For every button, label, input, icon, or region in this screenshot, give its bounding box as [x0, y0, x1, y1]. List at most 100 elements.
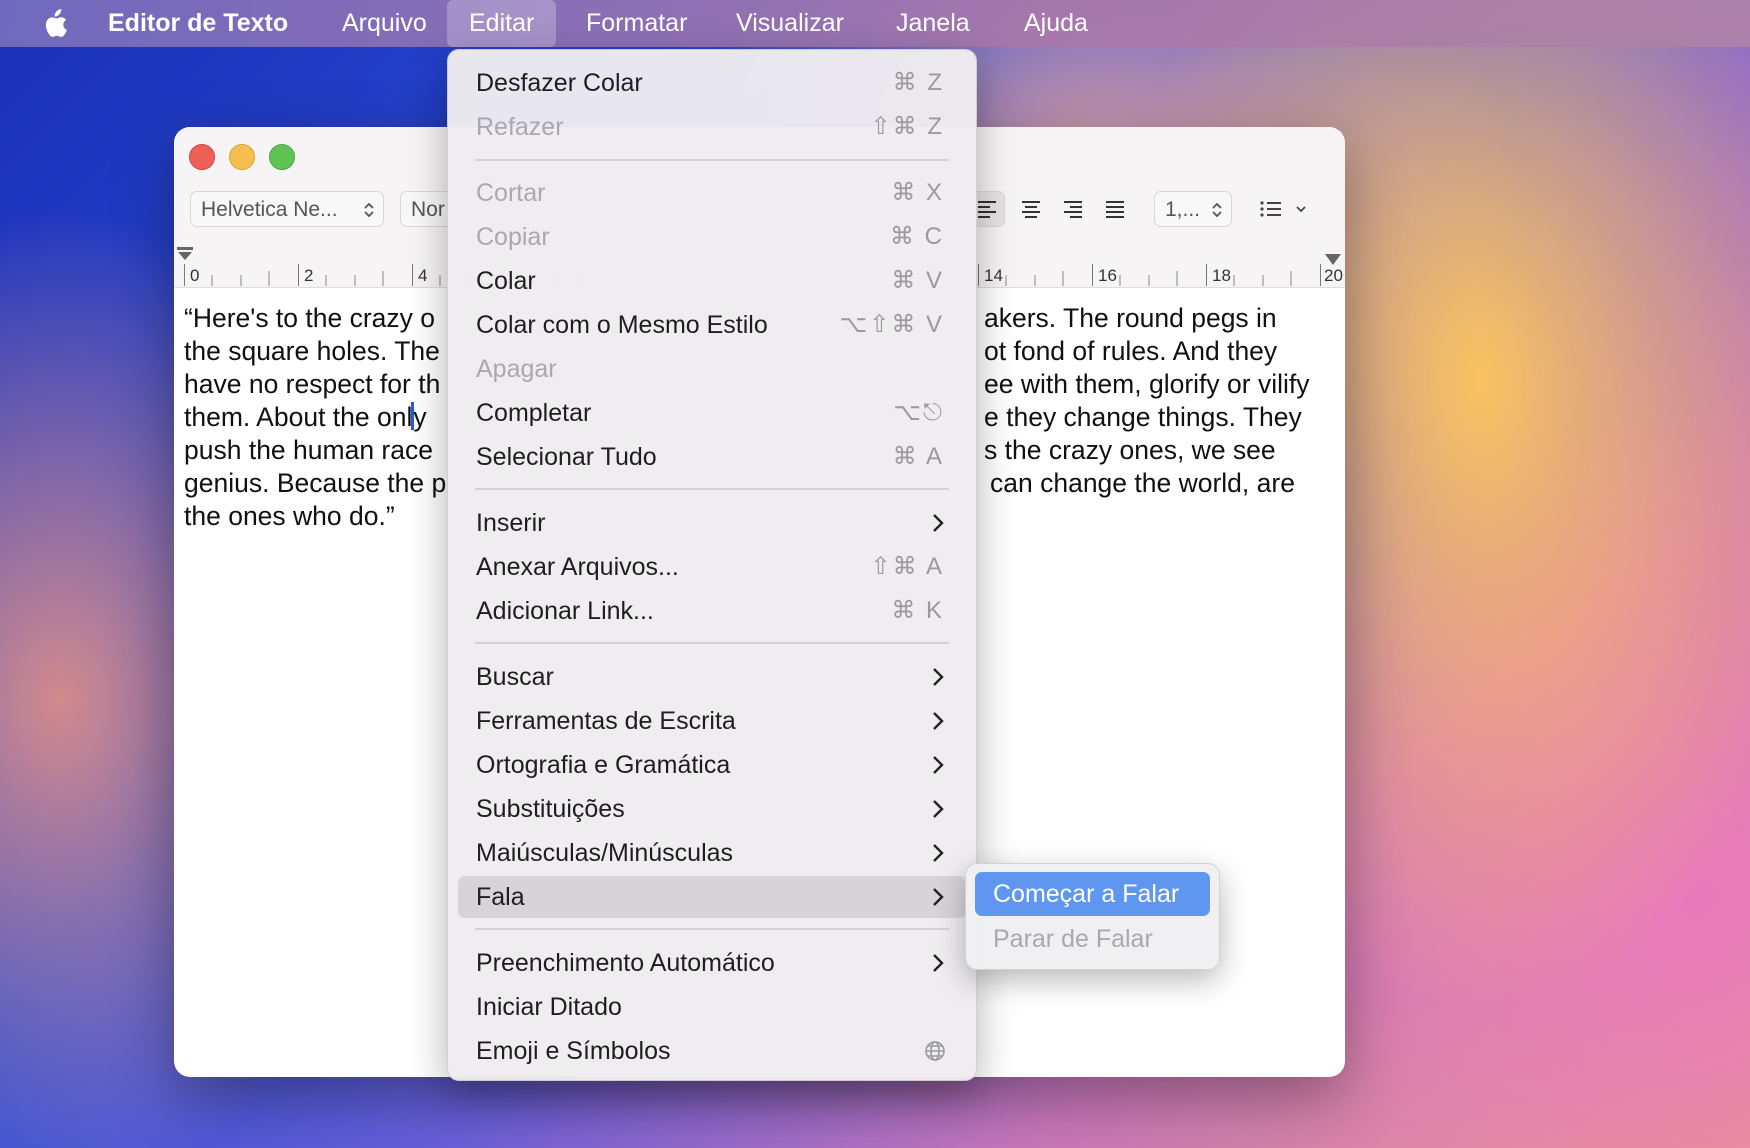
menu-visualizar[interactable]: Visualizar	[714, 0, 866, 47]
align-center-icon	[1022, 201, 1040, 218]
menu-item-shortcut: ⌥⇧⌘ V	[839, 311, 944, 338]
menu-item-shortcut: ⌘ V	[891, 267, 944, 294]
globe-icon	[925, 1041, 945, 1061]
text-line: can change the world, are	[990, 468, 1295, 498]
edit-menu: Desfazer Colar ⌘ Z Refazer ⇧⌘ Z Cortar ⌘…	[447, 49, 977, 1081]
menu-item-refazer[interactable]: Refazer ⇧⌘ Z	[458, 106, 966, 148]
align-right-button[interactable]	[1054, 191, 1092, 227]
updown-chevron-icon	[1212, 202, 1222, 218]
font-family-popup[interactable]: Helvetica Ne...	[190, 191, 384, 227]
text-line: akers. The round pegs in	[984, 303, 1277, 333]
menu-item-shortcut: ⌘ Z	[892, 69, 944, 96]
minimize-window-button[interactable]	[229, 144, 255, 170]
align-center-button[interactable]	[1012, 191, 1050, 227]
menu-item-label: Selecionar Tudo	[476, 443, 657, 471]
justify-button[interactable]	[1096, 191, 1134, 227]
menu-item-selecionar-tudo[interactable]: Selecionar Tudo ⌘ A	[458, 436, 966, 478]
menu-item-shortcut: ⌘ A	[892, 443, 944, 470]
chevron-right-icon	[933, 844, 944, 862]
menu-editar[interactable]: Editar	[447, 0, 557, 47]
menu-item-inserir[interactable]: Inserir	[458, 502, 966, 544]
menu-separator	[475, 159, 949, 161]
chevron-right-icon	[933, 888, 944, 906]
menu-item-label: Iniciar Ditado	[476, 993, 622, 1021]
text-before-caret: them. About the onl	[184, 402, 413, 432]
menu-item-buscar[interactable]: Buscar	[458, 656, 966, 698]
menu-item-label: Apagar	[476, 355, 557, 383]
menu-item-apagar[interactable]: Apagar	[458, 348, 966, 390]
zoom-window-button[interactable]	[269, 144, 295, 170]
menu-item-ferramentas-escrita[interactable]: Ferramentas de Escrita	[458, 700, 966, 742]
submenu-item-comecar-falar[interactable]: Começar a Falar	[975, 872, 1210, 916]
menu-item-desfazer-colar[interactable]: Desfazer Colar ⌘ Z	[458, 62, 966, 104]
line-spacing-value: 1,...	[1165, 198, 1201, 221]
menu-item-emoji-simbolos[interactable]: Emoji e Símbolos	[458, 1030, 966, 1072]
menu-item-cortar[interactable]: Cortar ⌘ X	[458, 172, 966, 214]
menu-separator	[475, 928, 949, 930]
chevron-right-icon	[933, 954, 944, 972]
menu-arquivo[interactable]: Arquivo	[320, 0, 449, 47]
menu-item-shortcut: ⌘ C	[890, 223, 944, 250]
menu-item-maiusculas-minusculas[interactable]: Maiúsculas/Minúsculas	[458, 832, 966, 874]
updown-chevron-icon	[364, 202, 374, 218]
menu-item-colar-mesmo-estilo[interactable]: Colar com o Mesmo Estilo ⌥⇧⌘ V	[458, 304, 966, 346]
list-style-popup[interactable]	[1252, 191, 1322, 227]
menu-item-label: Maiúsculas/Minúsculas	[476, 839, 734, 867]
menu-item-preenchimento-automatico[interactable]: Preenchimento Automático	[458, 942, 966, 984]
text-line: s the crazy ones, we see	[984, 435, 1276, 465]
align-right-icon	[1064, 201, 1082, 218]
menu-item-adicionar-link[interactable]: Adicionar Link... ⌘ K	[458, 590, 966, 632]
font-family-value: Helvetica Ne...	[201, 198, 338, 221]
menu-item-label: Anexar Arquivos...	[476, 553, 679, 581]
menu-item-label: Emoji e Símbolos	[476, 1037, 671, 1065]
menu-item-label: Desfazer Colar	[476, 69, 643, 97]
menu-ajuda[interactable]: Ajuda	[1002, 0, 1110, 47]
menu-item-label: Colar	[476, 267, 536, 295]
menu-item-substituicoes[interactable]: Substituições	[458, 788, 966, 830]
text-line: ee with them, glorify or vilify	[984, 369, 1310, 399]
chevron-right-icon	[933, 668, 944, 686]
menu-item-ortografia-gramatica[interactable]: Ortografia e Gramática	[458, 744, 966, 786]
menu-item-label: Fala	[476, 883, 525, 911]
text-line: e they change things. They	[984, 402, 1302, 432]
apple-logo-icon[interactable]	[40, 9, 68, 39]
menu-item-label: Substituições	[476, 795, 625, 823]
menu-item-completar[interactable]: Completar ⌥⎋	[458, 392, 966, 434]
menu-item-label: Adicionar Link...	[476, 597, 654, 625]
line-spacing-popup[interactable]: 1,...	[1154, 191, 1232, 227]
menu-item-copiar[interactable]: Copiar ⌘ C	[458, 216, 966, 258]
chevron-right-icon	[933, 800, 944, 818]
menu-bar: Editor de Texto Arquivo Editar Formatar …	[0, 0, 1750, 47]
speech-submenu: Começar a Falar Parar de Falar	[965, 863, 1220, 970]
menu-item-anexar-arquivos[interactable]: Anexar Arquivos... ⇧⌘ A	[458, 546, 966, 588]
menu-item-label: Buscar	[476, 663, 554, 691]
document-text-right[interactable]: akers. The round pegs in ot fond of rule…	[984, 302, 1344, 500]
menu-item-iniciar-ditado[interactable]: Iniciar Ditado	[458, 986, 966, 1028]
menu-formatar[interactable]: Formatar	[564, 0, 709, 47]
menu-item-label: Inserir	[476, 509, 546, 537]
text-line: ot fond of rules. And they	[984, 336, 1278, 366]
chevron-right-icon	[933, 712, 944, 730]
menu-separator	[475, 488, 949, 490]
menu-janela[interactable]: Janela	[874, 0, 992, 47]
justify-icon	[1106, 201, 1124, 218]
chevron-right-icon	[933, 756, 944, 774]
submenu-item-parar-falar[interactable]: Parar de Falar	[975, 917, 1210, 961]
text-after-caret: y	[413, 402, 427, 432]
menu-item-shortcut: ⌘ K	[891, 597, 944, 624]
menu-item-shortcut: ⇧⌘ A	[870, 553, 944, 580]
menu-item-fala[interactable]: Fala	[458, 876, 966, 918]
chevron-right-icon	[933, 514, 944, 532]
menu-item-label: Completar	[476, 399, 592, 427]
menu-item-shortcut: ⌥⎋	[893, 399, 944, 426]
close-window-button[interactable]	[189, 144, 215, 170]
menu-separator	[475, 642, 949, 644]
menu-item-label: Cortar	[476, 179, 546, 207]
menu-item-colar[interactable]: Colar ⌘ V	[458, 260, 966, 302]
list-icon	[1260, 201, 1306, 217]
menu-item-shortcut: ⌘ X	[891, 179, 944, 206]
menu-app-name[interactable]: Editor de Texto	[86, 0, 310, 47]
menu-item-shortcut: ⇧⌘ Z	[870, 113, 944, 140]
menu-item-label: Copiar	[476, 223, 550, 251]
menu-item-label: Colar com o Mesmo Estilo	[476, 311, 768, 339]
